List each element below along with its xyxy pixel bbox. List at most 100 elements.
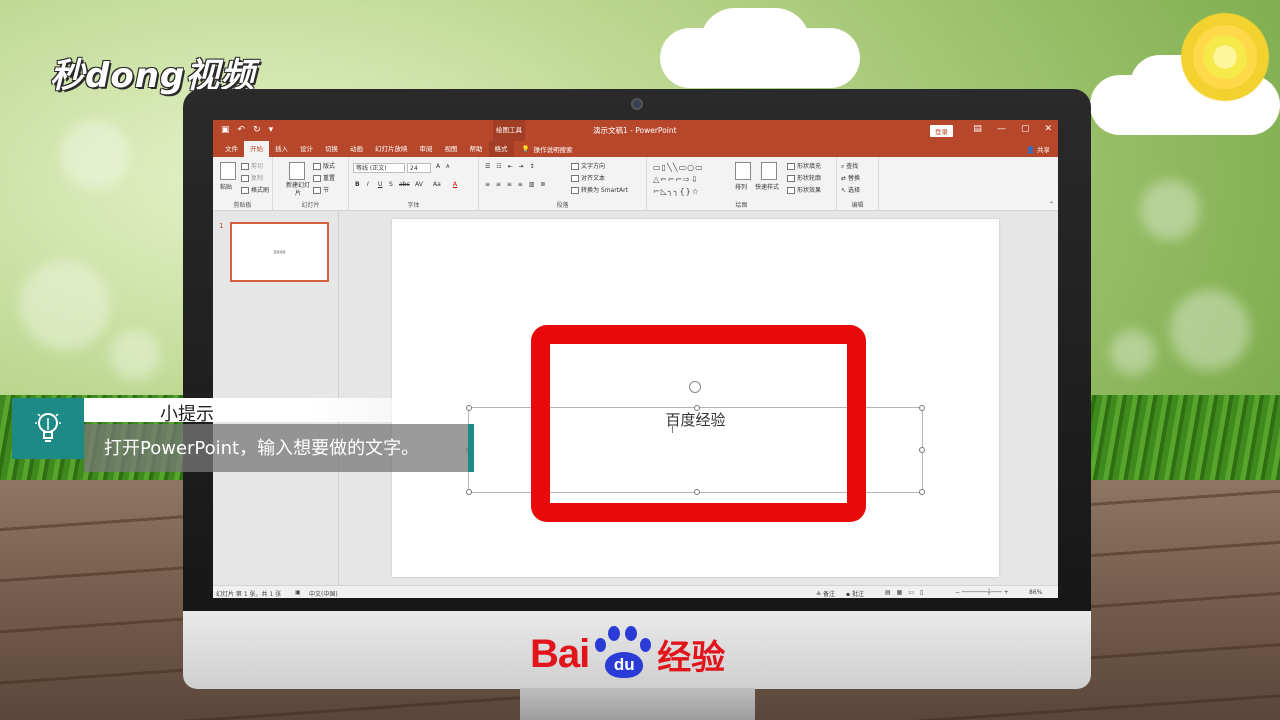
redo-icon[interactable]: ↻ (253, 125, 261, 135)
quick-styles-button[interactable]: 快速样式 (755, 182, 779, 191)
tab-file[interactable]: 文件 (219, 141, 244, 157)
resize-handle[interactable] (466, 489, 472, 495)
undo-icon[interactable]: ↶ (238, 125, 246, 135)
share-button[interactable]: 👤 共享 (1027, 144, 1050, 154)
replace-button[interactable]: ⇄ 替换 (841, 173, 860, 182)
customize-qat-icon[interactable]: ▾ (269, 125, 274, 135)
align-text-button[interactable]: 对齐文本 (571, 173, 605, 182)
effects-icon (787, 187, 795, 194)
copy-icon (241, 175, 249, 182)
section-button[interactable]: 节 (313, 185, 329, 194)
select-button[interactable]: ↖ 选择 (841, 185, 860, 194)
tab-animations[interactable]: 动画 (344, 141, 369, 157)
resize-handle[interactable] (919, 489, 925, 495)
italic-button[interactable]: I (367, 181, 369, 188)
align-buttons[interactable]: ≡ ≡ ≡ ≡ ▥ ≣ (485, 181, 547, 188)
minimize-icon[interactable]: — (997, 124, 1006, 134)
tip-title: 小提示 (160, 404, 214, 425)
shadow-button[interactable]: S (389, 181, 393, 188)
bokeh-light (1170, 290, 1250, 370)
reset-button[interactable]: 重置 (313, 173, 335, 182)
smartart-button[interactable]: 转换为 SmartArt (571, 185, 628, 194)
strikethrough-button[interactable]: abc (399, 181, 410, 188)
ribbon-display-icon[interactable]: ▤ (973, 124, 982, 134)
bold-button[interactable]: B (355, 181, 360, 188)
shape-fill-button[interactable]: 形状填充 (787, 161, 821, 170)
login-button[interactable]: 登录 (930, 125, 953, 137)
close-icon[interactable]: ✕ (1044, 124, 1052, 134)
collapse-ribbon-icon[interactable]: ⌃ (1049, 201, 1054, 208)
search-icon: ⌕ (841, 163, 845, 170)
group-clipboard: 粘贴 剪切 复制 格式刷 剪贴板 (213, 157, 273, 211)
layout-button[interactable]: 版式 (313, 161, 335, 170)
tell-me-label: 操作说明搜索 (533, 146, 573, 154)
shape-effects-button[interactable]: 形状效果 (787, 185, 821, 194)
resize-handle[interactable] (919, 447, 925, 453)
shapes-gallery[interactable]: ▭▯╲╲▭○▭ △⌐⌐⌐⇨⇩ ⌐◺╮╮{}☆ (653, 162, 729, 198)
monitor-stand (520, 688, 755, 720)
text-direction-icon (571, 163, 579, 170)
view-buttons[interactable]: ▤▦▭▯ (885, 589, 929, 596)
paste-icon[interactable] (220, 162, 236, 180)
zoom-slider[interactable]: − ───────┼─── + (955, 589, 1009, 596)
font-color-button[interactable]: A (453, 181, 457, 188)
copy-button[interactable]: 复制 (241, 173, 263, 182)
language-indicator[interactable]: 中文(中国) (309, 589, 338, 598)
baidu-du-text: du (605, 652, 644, 678)
tab-review[interactable]: 审阅 (414, 141, 439, 157)
char-spacing-button[interactable]: AV (415, 181, 423, 188)
new-slide-button[interactable]: 新建幻灯片 (285, 182, 311, 198)
highlight-frame (531, 325, 866, 522)
font-size-select[interactable]: 24 (407, 163, 431, 173)
tip-icon-panel (12, 398, 84, 459)
group-drawing: ▭▯╲╲▭○▭ △⌐⌐⌐⇨⇩ ⌐◺╮╮{}☆ 排列 快速样式 形状填充 形状轮廓… (647, 157, 837, 211)
save-icon[interactable]: ▣ (221, 125, 230, 135)
tab-view[interactable]: 视图 (439, 141, 464, 157)
spellcheck-icon[interactable]: ▣ (295, 589, 301, 596)
arrange-icon[interactable] (735, 162, 751, 180)
paint-bucket-icon (787, 163, 795, 170)
replace-icon: ⇄ (841, 175, 847, 182)
quick-styles-icon[interactable] (761, 162, 777, 180)
tab-transitions[interactable]: 切换 (319, 141, 344, 157)
shrink-font-button[interactable]: A (446, 164, 449, 170)
tab-home[interactable]: 开始 (244, 141, 269, 157)
font-family-select[interactable]: 等线 (正文) (353, 163, 405, 173)
bokeh-light (20, 260, 110, 350)
title-bar: ▣ ↶ ↻ ▾ 绘图工具 演示文稿1 - PowerPoint 登录 ▤ — ▢… (213, 120, 1058, 141)
tab-help[interactable]: 帮助 (464, 141, 489, 157)
tell-me-search[interactable]: 💡 操作说明搜索 (522, 144, 573, 154)
notes-button[interactable]: ≙ 备注 (816, 589, 835, 598)
section-icon (313, 187, 321, 194)
bokeh-light (1110, 330, 1155, 375)
cut-button[interactable]: 剪切 (241, 161, 263, 170)
tab-slideshow[interactable]: 幻灯片放映 (369, 141, 414, 157)
group-label-clipboard: 剪贴板 (233, 202, 252, 209)
change-case-button[interactable]: Aa (433, 181, 441, 188)
list-buttons[interactable]: ☰ ☷ ⇤ ⇥ ↕ (485, 163, 536, 170)
new-slide-icon[interactable] (289, 162, 305, 180)
underline-button[interactable]: U (378, 181, 382, 188)
slide-thumbnail[interactable]: 百度经验 (230, 222, 329, 282)
maximize-icon[interactable]: ▢ (1021, 124, 1030, 134)
tab-insert[interactable]: 插入 (269, 141, 294, 157)
text-direction-button[interactable]: 文字方向 (571, 161, 605, 170)
grow-font-button[interactable]: A (436, 163, 440, 170)
status-bar: 幻灯片 第 1 张，共 1 张 ▣ 中文(中国) ≙ 备注 ▪ 批注 ▤▦▭▯ … (213, 585, 1058, 598)
shape-outline-button[interactable]: 形状轮廓 (787, 173, 821, 182)
find-button[interactable]: ⌕ 查找 (841, 161, 858, 171)
tab-format[interactable]: 格式 (488, 141, 514, 157)
tab-design[interactable]: 设计 (294, 141, 319, 157)
pen-icon (787, 175, 795, 182)
lightbulb-icon (35, 413, 61, 442)
paste-button[interactable]: 粘贴 (220, 182, 232, 191)
comments-button[interactable]: ▪ 批注 (846, 589, 864, 598)
arrange-button[interactable]: 排列 (735, 182, 747, 191)
zoom-level[interactable]: 86% (1029, 589, 1042, 596)
group-paragraph: ☰ ☷ ⇤ ⇥ ↕ ≡ ≡ ≡ ≡ ▥ ≣ 文字方向 对齐文本 转换为 Smar… (479, 157, 647, 211)
format-painter-button[interactable]: 格式刷 (241, 185, 269, 194)
share-label: 共享 (1037, 146, 1050, 154)
group-label-paragraph: 段落 (556, 202, 569, 209)
brush-icon (241, 187, 249, 194)
bokeh-light (110, 330, 160, 380)
